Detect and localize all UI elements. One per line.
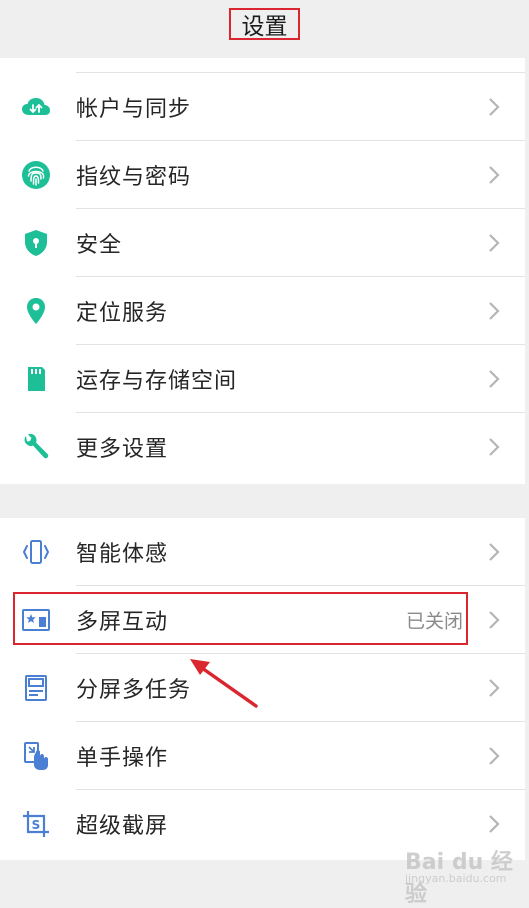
highlight-box <box>13 592 468 645</box>
settings-item-account-sync[interactable]: 帐户与同步 <box>0 73 525 141</box>
settings-item-label: 单手操作 <box>76 746 169 771</box>
settings-item-label: 指纹与密码 <box>76 165 192 190</box>
cloud-sync-icon <box>20 91 52 123</box>
chevron-right-icon <box>489 166 500 184</box>
svg-text:S: S <box>32 818 41 832</box>
wrench-icon <box>20 431 52 463</box>
settings-item-memory-storage[interactable]: 运存与存储空间 <box>0 345 525 413</box>
settings-item-security[interactable]: 安全 <box>0 209 525 277</box>
settings-item-label: 安全 <box>76 233 123 258</box>
settings-item-label: 定位服务 <box>76 301 169 326</box>
settings-item-label: 分屏多任务 <box>76 678 192 703</box>
chevron-right-icon <box>489 815 500 833</box>
chevron-right-icon <box>489 234 500 252</box>
chevron-right-icon <box>489 438 500 456</box>
settings-group-general: 帐户与同步 指纹与密码 安全 定位服务 运存与存储空间 更多设置 <box>0 58 525 484</box>
settings-item-label: 更多设置 <box>76 437 169 462</box>
chevron-right-icon <box>489 611 500 629</box>
watermark: Bai du 经验 jingyan.baidu.com <box>405 838 523 907</box>
header-bar: 设置 <box>0 0 529 58</box>
settings-item-label: 智能体感 <box>76 542 169 567</box>
annotation-arrow-icon <box>190 659 258 708</box>
watermark-url: jingyan.baidu.com <box>405 872 507 885</box>
settings-item-label: 运存与存储空间 <box>76 369 238 394</box>
chevron-right-icon <box>489 98 500 116</box>
fingerprint-icon <box>20 159 52 191</box>
chevron-right-icon <box>489 370 500 388</box>
settings-item-more-settings[interactable]: 更多设置 <box>0 413 525 481</box>
shield-icon <box>20 227 52 259</box>
settings-item-label: 超级截屏 <box>76 814 169 839</box>
sd-card-icon <box>20 363 52 395</box>
chevron-right-icon <box>489 679 500 697</box>
screenshot-icon: S <box>20 808 52 840</box>
location-pin-icon <box>20 295 52 327</box>
settings-item-label: 帐户与同步 <box>76 97 192 122</box>
split-screen-icon <box>20 672 52 704</box>
settings-item-fingerprint-password[interactable]: 指纹与密码 <box>0 141 525 209</box>
chevron-right-icon <box>489 302 500 320</box>
settings-item-motion-sense[interactable]: 智能体感 <box>0 518 525 586</box>
chevron-right-icon <box>489 747 500 765</box>
chevron-right-icon <box>489 543 500 561</box>
one-hand-icon <box>20 740 52 772</box>
page-title: 设置 <box>229 8 300 40</box>
settings-item-location[interactable]: 定位服务 <box>0 277 525 345</box>
motion-sense-icon <box>20 536 52 568</box>
settings-item-one-hand[interactable]: 单手操作 <box>0 722 525 790</box>
